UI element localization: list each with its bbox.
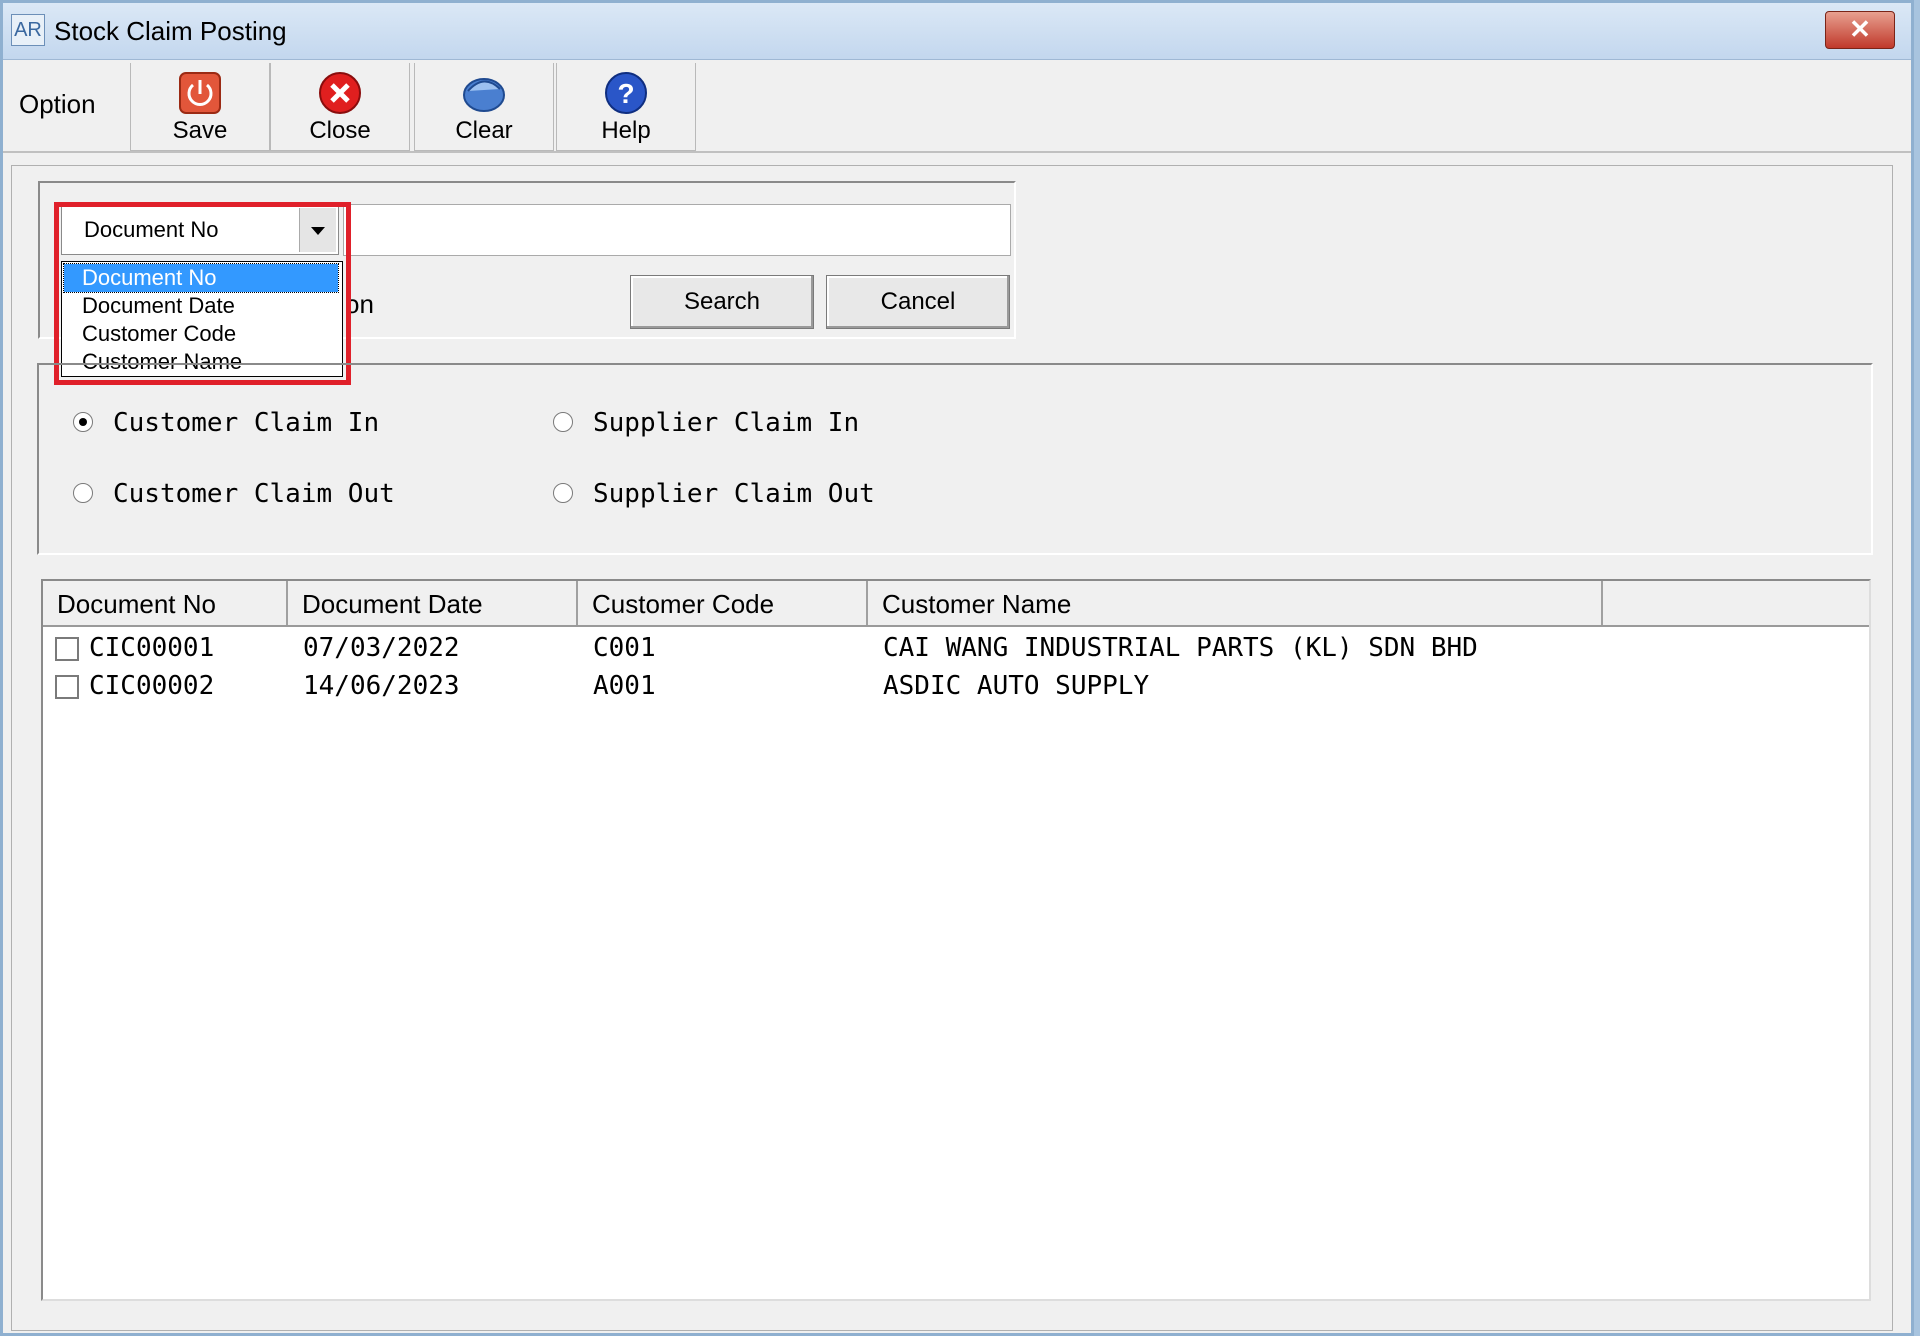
save-button[interactable]: Save xyxy=(130,63,270,151)
close-circle-icon xyxy=(319,72,361,114)
clear-icon xyxy=(463,78,505,112)
clear-button[interactable]: Clear xyxy=(414,63,554,151)
highlight-box xyxy=(54,202,351,385)
toolbar: Option Save Close Clear ? Help xyxy=(3,59,1911,153)
radio-dot xyxy=(553,483,573,503)
close-button-label: Close xyxy=(309,117,371,144)
cell-document-date: 14/06/2023 xyxy=(303,671,460,701)
cell-customer-name: ASDIC AUTO SUPPLY xyxy=(883,671,1150,701)
cell-customer-code: A001 xyxy=(593,671,656,701)
help-icon: ? xyxy=(605,72,647,114)
search-button[interactable]: Search xyxy=(630,275,814,329)
radio-supplier-claim-out[interactable]: Supplier Claim Out xyxy=(553,479,875,509)
power-icon xyxy=(179,72,221,114)
table-header: Document No Document Date Customer Code … xyxy=(43,581,1869,627)
row-checkbox[interactable] xyxy=(55,675,79,699)
close-button[interactable]: Close xyxy=(270,63,410,151)
radio-label: Customer Claim In xyxy=(113,408,380,438)
cancel-button[interactable]: Cancel xyxy=(826,275,1010,329)
column-header-document-no[interactable]: Document No xyxy=(43,581,288,625)
claim-type-group xyxy=(37,363,1873,555)
table-row[interactable]: CIC00002 14/06/2023 A001 ASDIC AUTO SUPP… xyxy=(43,667,1869,705)
cell-customer-name: CAI WANG INDUSTRIAL PARTS (KL) SDN BHD xyxy=(883,633,1478,663)
stock-claim-posting-window: AR Stock Claim Posting ✕ Option Save Clo… xyxy=(0,0,1914,1336)
radio-customer-claim-in[interactable]: Customer Claim In xyxy=(73,408,380,438)
search-input[interactable] xyxy=(343,204,1011,256)
column-header-customer-code[interactable]: Customer Code xyxy=(578,581,868,625)
radio-label: Customer Claim Out xyxy=(113,479,395,509)
svg-text:?: ? xyxy=(617,78,634,109)
radio-customer-claim-out[interactable]: Customer Claim Out xyxy=(73,479,395,509)
help-button-label: Help xyxy=(601,117,651,144)
radio-label: Supplier Claim Out xyxy=(593,479,875,509)
radio-dot xyxy=(73,483,93,503)
claims-table: Document No Document Date Customer Code … xyxy=(41,579,1871,1301)
cell-document-date: 07/03/2022 xyxy=(303,633,460,663)
column-header-customer-name[interactable]: Customer Name xyxy=(868,581,1603,625)
app-icon: AR xyxy=(11,14,45,46)
row-checkbox[interactable] xyxy=(55,637,79,661)
radio-supplier-claim-in[interactable]: Supplier Claim In xyxy=(553,408,860,438)
window-close-button[interactable]: ✕ xyxy=(1825,11,1895,49)
table-row[interactable]: CIC00001 07/03/2022 C001 CAI WANG INDUST… xyxy=(43,629,1869,667)
radio-label: Supplier Claim In xyxy=(593,408,860,438)
cell-document-no: CIC00002 xyxy=(89,671,215,701)
option-label: Option xyxy=(19,89,96,119)
radio-dot xyxy=(73,412,93,432)
window-title: Stock Claim Posting xyxy=(54,16,287,46)
help-button[interactable]: ? Help xyxy=(556,63,696,151)
cell-document-no: CIC00001 xyxy=(89,633,215,663)
save-button-label: Save xyxy=(172,117,228,144)
radio-dot xyxy=(553,412,573,432)
clear-button-label: Clear xyxy=(455,117,513,144)
cell-customer-code: C001 xyxy=(593,633,656,663)
column-header-document-date[interactable]: Document Date xyxy=(288,581,578,625)
title-bar: AR Stock Claim Posting ✕ xyxy=(3,3,1911,60)
